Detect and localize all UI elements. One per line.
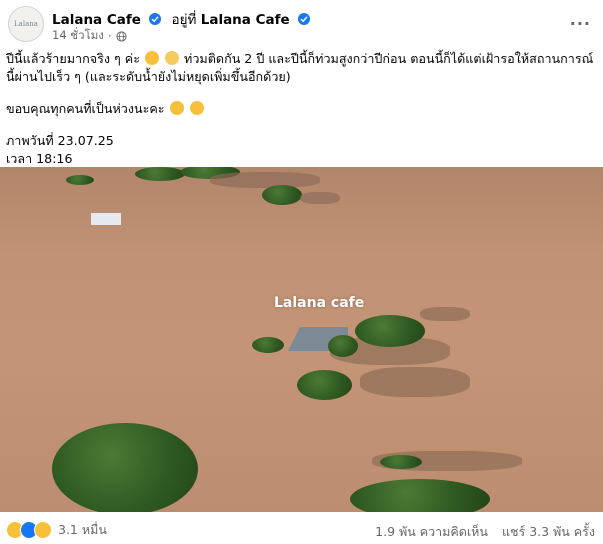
avatar-logo-text: Lalana	[14, 20, 38, 28]
sad-reaction-icon	[34, 521, 52, 539]
post-header: Lalana Lalana Cafe อยู่ที่ Lalana Cafe 1…	[0, 0, 603, 48]
post-timestamp-link[interactable]: 14 ชั่วโมง	[52, 27, 104, 45]
location-link[interactable]: Lalana Cafe	[201, 12, 290, 28]
post-footer: 3.1 หมื่น 1.9 พัน ความคิดเห็น แชร์ 3.3 พ…	[0, 515, 603, 544]
message-line-1: ปีนี้แล้วร้ายมากจริง ๆ ค่ะ ท่วมติดกัน 2 …	[6, 50, 596, 86]
page-avatar[interactable]: Lalana	[8, 6, 44, 42]
at-prefix: อยู่ที่	[171, 12, 197, 28]
reactions-summary[interactable]: 3.1 หมื่น	[6, 520, 107, 540]
post-meta: 14 ชั่วโมง ·	[52, 27, 127, 45]
meta-separator: ·	[107, 29, 112, 43]
location-verified-badge-icon	[297, 13, 310, 25]
message-text-1a: ปีนี้แล้วร้ายมากจริง ๆ ค่ะ	[6, 51, 140, 66]
photo-watermark: Lalana cafe	[274, 295, 365, 311]
photo-debris	[420, 307, 470, 321]
photo-debris	[360, 367, 470, 397]
photo-trees	[380, 455, 422, 469]
photo-date-text: ภาพวันที่ 23.07.25	[6, 133, 114, 148]
reaction-count: 3.1 หมื่น	[58, 522, 107, 537]
photo-trees	[350, 479, 490, 512]
globe-icon[interactable]	[116, 30, 127, 42]
crying-face-emoji-icon	[189, 101, 204, 115]
sad-face-emoji-icon	[145, 51, 159, 65]
photo-trees	[328, 335, 358, 357]
photo-trees	[66, 175, 94, 185]
photo-trees	[355, 315, 425, 347]
photo-trees	[262, 185, 302, 205]
flood-photo[interactable]: Lalana cafe	[0, 167, 603, 512]
post-message: ปีนี้แล้วร้ายมากจริง ๆ ค่ะ ท่วมติดกัน 2 …	[6, 50, 596, 168]
comments-count-link[interactable]: 1.9 พัน ความคิดเห็น	[375, 522, 488, 542]
disappointed-face-emoji-icon	[165, 51, 180, 65]
shares-count-link[interactable]: แชร์ 3.3 พัน ครั้ง	[502, 522, 595, 542]
photo-debris	[210, 172, 320, 188]
message-line-2: ขอบคุณทุกคนที่เป็นห่วงนะคะ	[6, 100, 596, 118]
more-options-icon[interactable]: ···	[570, 14, 591, 33]
page-name-link[interactable]: Lalana Cafe	[52, 12, 141, 28]
photo-time-text: เวลา 18:16	[6, 151, 73, 166]
photo-trees	[52, 423, 198, 512]
verified-badge-icon	[149, 13, 162, 25]
pleading-face-emoji-icon	[169, 101, 184, 115]
submerged-house	[91, 213, 121, 225]
photo-trees	[252, 337, 284, 353]
post-stats: 1.9 พัน ความคิดเห็น แชร์ 3.3 พัน ครั้ง	[375, 522, 595, 542]
message-text-2: ขอบคุณทุกคนที่เป็นห่วงนะคะ	[6, 101, 165, 116]
facebook-post: Lalana Lalana Cafe อยู่ที่ Lalana Cafe 1…	[0, 0, 603, 544]
photo-debris	[300, 192, 340, 204]
photo-trees	[135, 167, 185, 181]
photo-trees	[297, 370, 352, 400]
